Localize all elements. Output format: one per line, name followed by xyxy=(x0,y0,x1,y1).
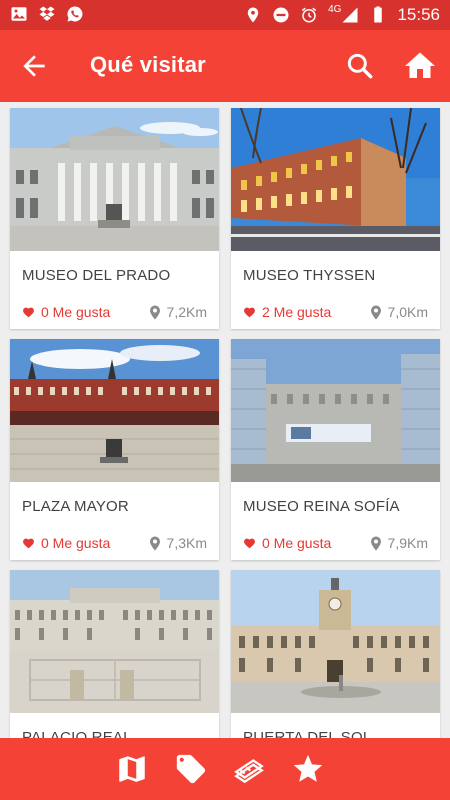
search-icon[interactable] xyxy=(344,50,376,82)
place-name: PALACIO REAL xyxy=(22,729,132,738)
distance: 7,0Km xyxy=(370,304,428,320)
place-card[interactable]: MUSEO DEL PRADO 0 Me gusta 7,2Km xyxy=(10,108,219,329)
clock: 15:56 xyxy=(397,5,440,24)
signal-icon xyxy=(342,7,358,23)
page-title: Qué visitar xyxy=(90,52,206,77)
distance-value: 7,2Km xyxy=(166,304,207,320)
status-bar: 4G 15:56 xyxy=(0,0,450,30)
place-photo xyxy=(231,339,440,482)
notification-icons xyxy=(10,5,84,23)
likes-count: 0 Me gusta xyxy=(41,304,111,320)
place-name: PUERTA DEL SOL xyxy=(243,729,372,738)
location-pin-icon xyxy=(370,305,381,319)
place-card[interactable]: MUSEO REINA SOFÍA 0 Me gusta 7,9Km xyxy=(231,339,440,560)
places-grid: MUSEO DEL PRADO 0 Me gusta 7,2Km MUSEO T… xyxy=(0,102,450,738)
app-bar: Qué visitar xyxy=(0,30,450,102)
image-icon xyxy=(11,7,27,21)
tag-icon[interactable] xyxy=(174,752,208,786)
distance-value: 7,9Km xyxy=(387,535,428,551)
location-pin-icon xyxy=(370,536,381,550)
place-photo xyxy=(10,339,219,482)
battery-icon xyxy=(374,6,383,23)
map-icon[interactable] xyxy=(115,752,149,786)
distance-value: 7,3Km xyxy=(166,535,207,551)
tickets-icon[interactable] xyxy=(232,752,266,786)
heart-icon xyxy=(23,307,34,317)
place-name: MUSEO THYSSEN xyxy=(243,267,376,284)
heart-icon xyxy=(23,538,34,548)
distance: 7,3Km xyxy=(149,535,207,551)
dropbox-icon xyxy=(39,6,55,21)
place-name: MUSEO REINA SOFÍA xyxy=(243,498,400,515)
place-name: PLAZA MAYOR xyxy=(22,498,129,515)
likes[interactable]: 0 Me gusta xyxy=(22,304,110,320)
alarm-icon xyxy=(301,7,317,23)
distance: 7,2Km xyxy=(149,304,207,320)
place-card[interactable]: PALACIO REAL xyxy=(10,570,219,738)
likes-count: 0 Me gusta xyxy=(41,535,111,551)
place-name: MUSEO DEL PRADO xyxy=(22,267,171,284)
arrow-back-icon[interactable] xyxy=(18,50,50,82)
star-icon[interactable] xyxy=(291,752,325,786)
whatsapp-icon xyxy=(67,6,83,22)
likes[interactable]: 2 Me gusta xyxy=(243,304,331,320)
heart-icon xyxy=(244,307,255,317)
place-photo xyxy=(10,570,219,713)
bottom-nav xyxy=(0,738,450,800)
likes[interactable]: 0 Me gusta xyxy=(22,535,110,551)
likes-count: 0 Me gusta xyxy=(262,535,332,551)
place-card[interactable]: MUSEO THYSSEN 2 Me gusta 7,0Km xyxy=(231,108,440,329)
place-card[interactable]: PLAZA MAYOR 0 Me gusta 7,3Km xyxy=(10,339,219,560)
likes-count: 2 Me gusta xyxy=(262,304,332,320)
likes[interactable]: 0 Me gusta xyxy=(243,535,331,551)
distance: 7,9Km xyxy=(370,535,428,551)
system-icons: 4G 15:56 xyxy=(244,4,440,26)
place-photo xyxy=(231,570,440,713)
network-type: 4G xyxy=(328,3,342,15)
location-pin-icon xyxy=(149,305,160,319)
location-pin-icon xyxy=(149,536,160,550)
place-photo xyxy=(10,108,219,251)
do-not-disturb-icon xyxy=(273,7,289,23)
place-card[interactable]: PUERTA DEL SOL xyxy=(231,570,440,738)
place-photo xyxy=(231,108,440,251)
heart-icon xyxy=(244,538,255,548)
home-icon[interactable] xyxy=(402,48,438,84)
location-icon xyxy=(247,7,259,23)
distance-value: 7,0Km xyxy=(387,304,428,320)
